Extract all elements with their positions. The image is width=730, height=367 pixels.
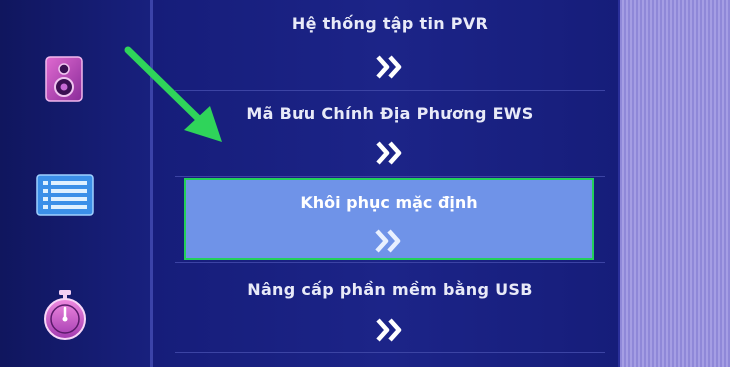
- menu-item-label: Nâng cấp phần mềm bằng USB: [247, 280, 533, 299]
- menu-item-restore-defaults[interactable]: Khôi phục mặc định: [184, 178, 594, 260]
- double-chevron-right-icon: [376, 141, 402, 165]
- double-chevron-right-icon: [376, 55, 402, 79]
- menu-item-label: Hệ thống tập tin PVR: [291, 14, 489, 33]
- list-icon[interactable]: [36, 174, 94, 216]
- right-panel: [620, 0, 730, 367]
- menu-separator: [175, 176, 605, 177]
- menu-item-pvr-filesystem[interactable]: Hệ thống tập tin PVR: [185, 0, 595, 90]
- menu-separator: [175, 352, 605, 353]
- speaker-icon[interactable]: [44, 55, 84, 103]
- green-arrow-pointer-icon: [124, 46, 222, 142]
- double-chevron-right-icon: [375, 229, 401, 253]
- menu-item-ews-postal-code[interactable]: Mã Bưu Chính Địa Phương EWS: [185, 90, 595, 176]
- menu-item-label: Mã Bưu Chính Địa Phương EWS: [246, 104, 534, 123]
- double-chevron-right-icon: [376, 318, 402, 342]
- timer-icon[interactable]: [40, 288, 90, 342]
- menu-item-usb-software-upgrade[interactable]: Nâng cấp phần mềm bằng USB: [185, 262, 595, 352]
- menu-item-label: Khôi phục mặc định: [300, 193, 478, 212]
